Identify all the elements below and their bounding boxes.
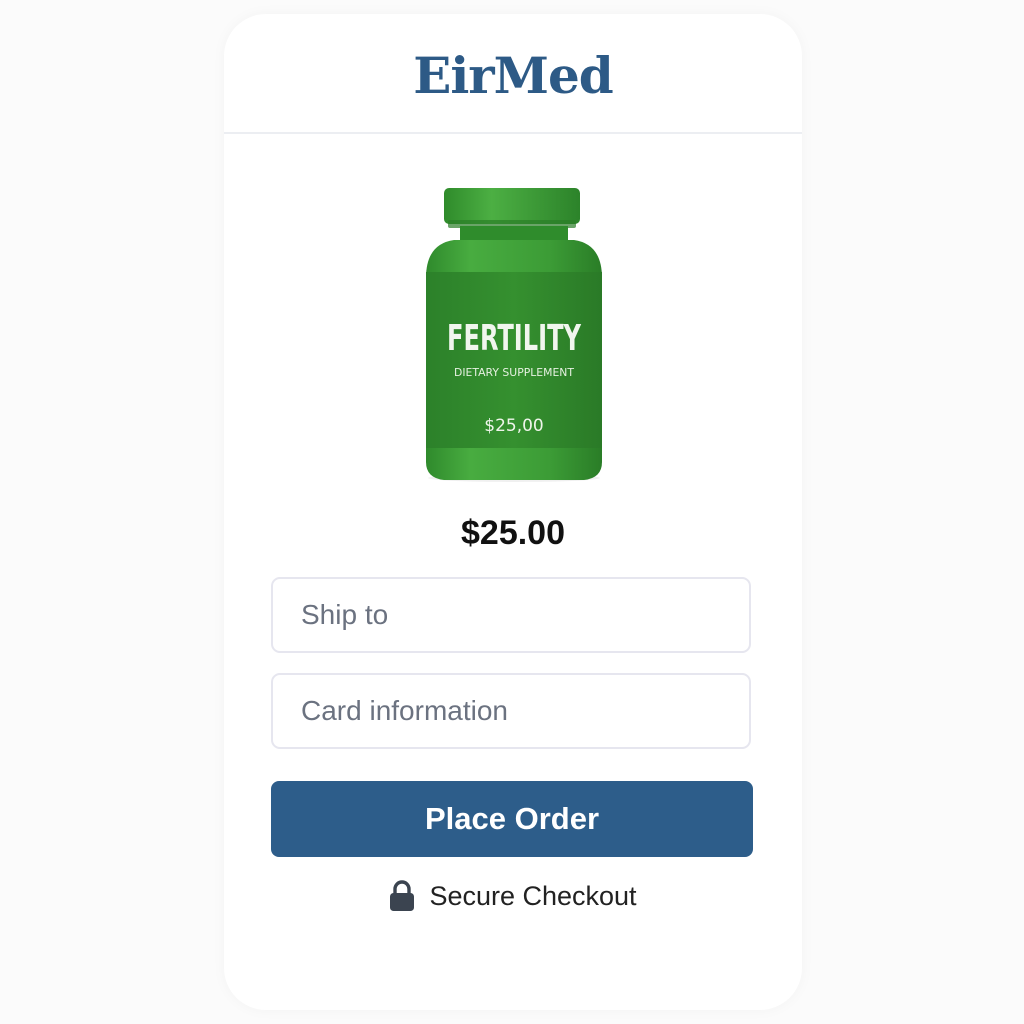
ship-to-input[interactable] [271, 577, 751, 653]
secure-checkout: Secure Checkout [224, 880, 802, 912]
label-subtitle: DIETARY SUPPLEMENT [454, 366, 574, 379]
label-price: $25,00 [484, 416, 543, 436]
header: EirMed [224, 14, 802, 134]
label-title: FERTILITY [447, 318, 581, 359]
bottle-cap [444, 188, 580, 224]
product-price: $25.00 [461, 514, 565, 552]
card-information-input[interactable] [271, 673, 751, 749]
product-image: FERTILITY DIETARY SUPPLEMENT $25,00 [426, 188, 602, 482]
secure-checkout-label: Secure Checkout [429, 880, 637, 911]
checkout-card: EirMed FERTILITY DIETARY SUPPLEMENT $25,… [224, 14, 802, 1010]
place-order-button[interactable]: Place Order [271, 781, 753, 857]
lock-icon [390, 880, 415, 911]
brand-logo: EirMed [413, 45, 614, 105]
